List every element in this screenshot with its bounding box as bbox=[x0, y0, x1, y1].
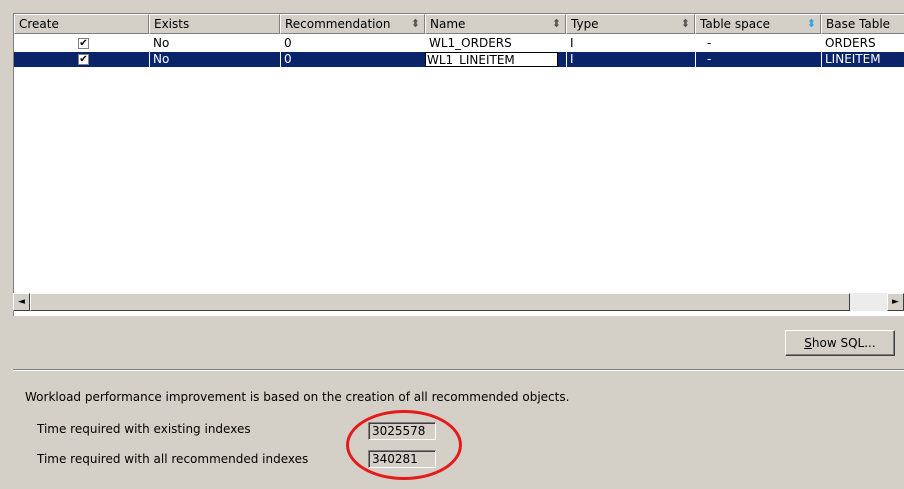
recommendation-cell: 0 bbox=[280, 52, 292, 67]
recommended-indexes-value: 340281 bbox=[368, 450, 436, 468]
table-header: Create Exists Recommendation ⬍ Name ⬍ Type… bbox=[14, 14, 904, 34]
sort-icon: ⬍ bbox=[410, 17, 420, 30]
column-label: Exists bbox=[154, 17, 190, 31]
base-table-cell: LINEITEM bbox=[821, 52, 881, 67]
name-cell[interactable]: WL1_ORDERS bbox=[425, 36, 512, 51]
arrow-left-icon: ◄ bbox=[18, 297, 25, 307]
create-checkbox[interactable]: ✔ bbox=[78, 54, 89, 65]
column-header-table-space[interactable]: Table space ⬍ bbox=[695, 14, 821, 34]
index-advisor-panel: Create Exists Recommendation ⬍ Name ⬍ Type… bbox=[0, 0, 904, 489]
column-header-recommendation[interactable]: Recommendation ⬍ bbox=[280, 14, 425, 34]
column-label: Table space bbox=[700, 17, 771, 31]
table-row[interactable]: ✔ No 0 WL1_ORDERS I - ORDERS bbox=[14, 36, 904, 51]
column-header-exists[interactable]: Exists bbox=[149, 14, 280, 34]
button-label: how SQL... bbox=[811, 336, 876, 350]
column-header-create[interactable]: Create bbox=[14, 14, 149, 34]
horizontal-scrollbar[interactable]: ◄ ► bbox=[13, 293, 904, 311]
sort-icon: ⬍ bbox=[551, 17, 561, 30]
column-header-name[interactable]: Name ⬍ bbox=[425, 14, 566, 34]
column-label: Create bbox=[19, 17, 59, 31]
arrow-right-icon: ► bbox=[892, 297, 899, 307]
improvement-note: Workload performance improvement is base… bbox=[25, 390, 570, 404]
column-label: Base Table bbox=[826, 17, 891, 31]
mnemonic-letter: S bbox=[804, 336, 812, 350]
existing-indexes-label: Time required with existing indexes bbox=[37, 422, 251, 436]
table-row-selected[interactable]: ✔ No 0 WL1_LINEITEM I - LINEITEM bbox=[14, 52, 904, 67]
column-label: Recommendation bbox=[285, 17, 391, 31]
scroll-right-button[interactable]: ► bbox=[887, 293, 904, 311]
recommended-indexes-table: Create Exists Recommendation ⬍ Name ⬍ Type… bbox=[13, 13, 904, 316]
column-label: Type bbox=[571, 17, 599, 31]
scroll-thumb[interactable] bbox=[30, 293, 850, 311]
create-checkbox[interactable]: ✔ bbox=[78, 38, 89, 49]
exists-cell: No bbox=[149, 52, 169, 67]
base-table-cell: ORDERS bbox=[825, 36, 876, 50]
sort-active-icon: ⬍ bbox=[806, 17, 816, 30]
type-cell: I bbox=[570, 36, 574, 50]
divider bbox=[13, 369, 904, 371]
table-space-cell: - bbox=[695, 52, 711, 67]
recommendation-cell: 0 bbox=[284, 36, 292, 50]
column-header-base-table[interactable]: Base Table bbox=[821, 14, 904, 34]
existing-indexes-value: 3025578 bbox=[368, 422, 436, 440]
exists-cell: No bbox=[153, 36, 170, 50]
table-space-cell: - bbox=[707, 36, 712, 50]
column-label: Name bbox=[430, 17, 466, 31]
name-edit-field[interactable]: WL1_LINEITEM bbox=[425, 52, 558, 67]
highlight-annotation bbox=[346, 410, 462, 480]
scroll-track[interactable] bbox=[850, 293, 887, 311]
type-cell: I bbox=[566, 52, 574, 67]
show-sql-button[interactable]: Show SQL... bbox=[785, 330, 895, 356]
scroll-left-button[interactable]: ◄ bbox=[13, 293, 30, 311]
column-header-type[interactable]: Type ⬍ bbox=[566, 14, 695, 34]
recommended-indexes-label: Time required with all recommended index… bbox=[37, 452, 309, 466]
sort-icon: ⬍ bbox=[680, 17, 690, 30]
